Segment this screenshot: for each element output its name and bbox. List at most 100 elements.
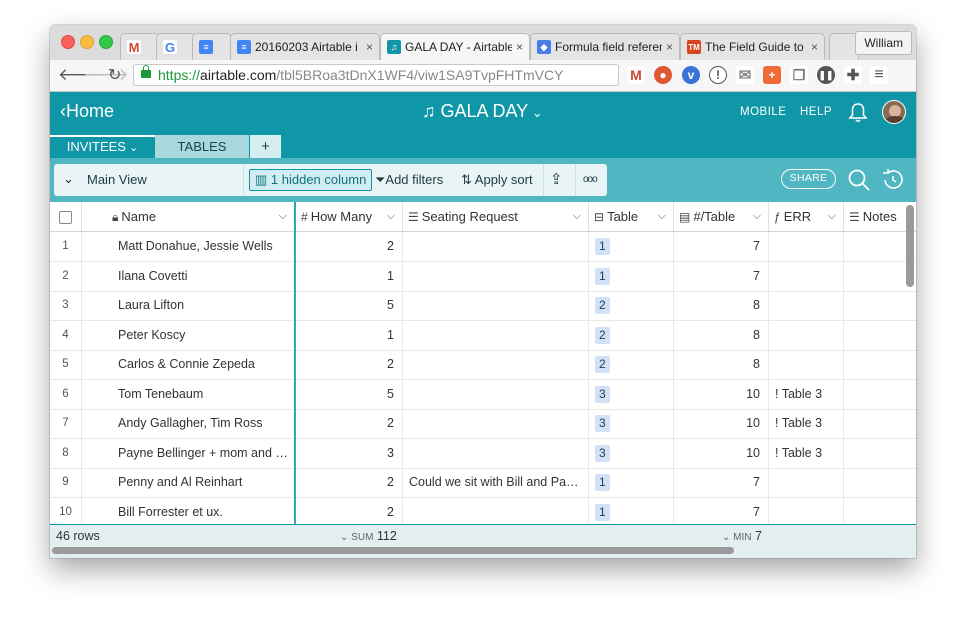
sum-summary[interactable]: ⌄ SUM 112	[340, 529, 397, 543]
cell-table[interactable]: 1	[589, 468, 674, 497]
table-row[interactable]: 8 Payne Bellinger + mom and d… 3 3 10! Table…	[50, 438, 916, 469]
chevron-down-icon[interactable]: ⌵	[573, 202, 581, 231]
minimize-window-button[interactable]	[80, 35, 94, 49]
bell-icon[interactable]	[848, 102, 868, 124]
cell-table[interactable]: 3	[589, 379, 674, 409]
cell-seating-request[interactable]: Could we sit with Bill and Pau…	[403, 468, 589, 497]
cell-seating-request[interactable]	[403, 232, 589, 261]
cell-err[interactable]	[769, 320, 844, 350]
cell-how-many[interactable]: 5	[296, 291, 403, 320]
mobile-link[interactable]: MOBILE	[740, 106, 786, 118]
cell-name[interactable]: Peter Koscy	[82, 320, 295, 350]
cell-per-table[interactable]: 8	[674, 350, 769, 379]
hidden-columns-button[interactable]: ▥ 1 hidden column	[249, 169, 373, 191]
cell-err[interactable]: ! Table 3	[769, 438, 844, 468]
min-summary[interactable]: ⌄ MIN 7	[722, 529, 762, 543]
sort-button[interactable]: ⇅ Apply sort	[461, 164, 533, 196]
zoom-window-button[interactable]	[99, 35, 113, 49]
cell-per-table[interactable]: 8	[674, 320, 769, 350]
table-row[interactable]: 6 Tom Tenebaum 5 3 10! Table 3	[50, 379, 916, 410]
cell-table[interactable]: 2	[589, 350, 674, 379]
cell-table[interactable]: 3	[589, 409, 674, 438]
column-header-table[interactable]: ⊟ Table ⌵	[589, 202, 674, 231]
chevron-down-icon[interactable]: ⌵	[387, 202, 395, 231]
avatar[interactable]	[882, 100, 906, 124]
cell-seating-request[interactable]	[403, 438, 589, 468]
puzzle-extension-icon[interactable]: ✚	[844, 66, 862, 84]
cell-err[interactable]	[769, 291, 844, 320]
cell-per-table[interactable]: 7	[674, 232, 769, 261]
cell-per-table[interactable]: 10	[674, 409, 769, 438]
filter-button[interactable]: ⏷Add filters	[375, 164, 443, 196]
column-header-how-many[interactable]: # How Many ⌵	[296, 202, 403, 231]
cell-err[interactable]	[769, 261, 844, 291]
cell-how-many[interactable]: 1	[296, 261, 403, 291]
column-header-err[interactable]: ƒ ERR ⌵	[769, 202, 844, 231]
cell-table[interactable]: 2	[589, 320, 674, 350]
linked-record-chip[interactable]: 3	[595, 444, 610, 462]
table-row[interactable]: 1 Matt Donahue, Jessie Wells 2 1 7	[50, 232, 916, 262]
pause-extension-icon[interactable]: ❚❚	[817, 66, 835, 84]
table-row[interactable]: 7 Andy Gallagher, Tim Ross 2 3 10! Table 3	[50, 409, 916, 439]
mail-icon[interactable]: ✉	[736, 66, 754, 84]
cell-err[interactable]	[769, 232, 844, 261]
cell-err[interactable]: ! Table 3	[769, 409, 844, 438]
tab-invitees[interactable]: INVITEES ⌄	[50, 135, 155, 158]
cell-seating-request[interactable]	[403, 291, 589, 320]
column-header-name[interactable]: 🔒︎ Name ⌵	[82, 202, 295, 231]
cell-notes[interactable]	[844, 321, 916, 350]
cell-notes[interactable]	[844, 498, 916, 525]
history-icon[interactable]	[880, 167, 906, 193]
chevron-down-icon[interactable]: ⌵	[279, 202, 287, 231]
chevron-down-icon[interactable]: ⌵	[828, 202, 836, 231]
cell-notes[interactable]	[844, 380, 916, 409]
table-row[interactable]: 5 Carlos & Connie Zepeda 2 2 8	[50, 350, 916, 380]
chevron-down-icon[interactable]: ⌵	[658, 202, 666, 231]
cell-name[interactable]: Andy Gallagher, Tim Ross	[82, 409, 295, 438]
cell-name[interactable]: Carlos & Connie Zepeda	[82, 350, 295, 379]
cell-name[interactable]: Ilana Covetti	[82, 261, 295, 291]
help-link[interactable]: HELP	[800, 106, 832, 118]
profile-button[interactable]: William	[855, 31, 912, 55]
info-extension-icon[interactable]: !	[709, 66, 727, 84]
view-selector[interactable]: ⌄ Main View	[54, 164, 247, 196]
more-options-icon[interactable]: ooo	[583, 164, 598, 196]
cell-how-many[interactable]: 3	[296, 438, 403, 468]
browser-tab-gala-day[interactable]: ♫ GALA DAY - Airtable ×	[380, 33, 530, 60]
cell-seating-request[interactable]	[403, 261, 589, 291]
cell-per-table[interactable]: 10	[674, 379, 769, 409]
chevron-down-icon[interactable]: ⌵	[753, 202, 761, 231]
table-row[interactable]: 9 Penny and Al Reinhart 2 Could we sit with…	[50, 468, 916, 498]
cell-seating-request[interactable]	[403, 320, 589, 350]
address-bar[interactable]: https://airtable.com/tbl5BRoa3tDnX1WF4/v…	[133, 64, 619, 86]
reload-icon[interactable]: ↻	[108, 65, 121, 85]
browser-tab-gmail[interactable]: M	[120, 33, 160, 60]
browser-tab-formula-reference[interactable]: ◆ Formula field referen ×	[530, 33, 680, 60]
linked-record-chip[interactable]: 2	[595, 326, 610, 344]
cell-how-many[interactable]: 1	[296, 320, 403, 350]
add-table-button[interactable]: +	[250, 135, 281, 158]
cell-name[interactable]: Penny and Al Reinhart	[82, 468, 295, 497]
cell-seating-request[interactable]	[403, 350, 589, 379]
browser-tab-google[interactable]: G	[156, 33, 196, 60]
close-tab-icon[interactable]: ×	[811, 40, 818, 54]
select-all-checkbox[interactable]	[50, 202, 82, 231]
linked-record-chip[interactable]: 2	[595, 356, 610, 373]
cell-per-table[interactable]: 7	[674, 497, 769, 524]
column-header-seating-request[interactable]: ☰ Seating Request ⌵	[403, 202, 589, 231]
close-window-button[interactable]	[61, 35, 75, 49]
close-tab-icon[interactable]: ×	[666, 40, 673, 54]
cell-how-many[interactable]: 2	[296, 232, 403, 261]
close-tab-icon[interactable]: ×	[366, 40, 373, 54]
cell-name[interactable]: Laura Lifton	[82, 291, 295, 320]
linked-record-chip[interactable]: 1	[595, 474, 610, 491]
menu-icon[interactable]: ≡	[870, 66, 888, 84]
copy-extension-icon[interactable]: ❐	[790, 66, 808, 84]
plus-extension-icon[interactable]: +	[763, 66, 781, 84]
share-button[interactable]: SHARE	[781, 169, 836, 189]
cell-name[interactable]: Matt Donahue, Jessie Wells	[82, 232, 295, 261]
cell-table[interactable]: 1	[589, 261, 674, 291]
cell-table[interactable]: 3	[589, 438, 674, 468]
cell-per-table[interactable]: 10	[674, 438, 769, 468]
table-row[interactable]: 2 Ilana Covetti 1 1 7	[50, 261, 916, 292]
